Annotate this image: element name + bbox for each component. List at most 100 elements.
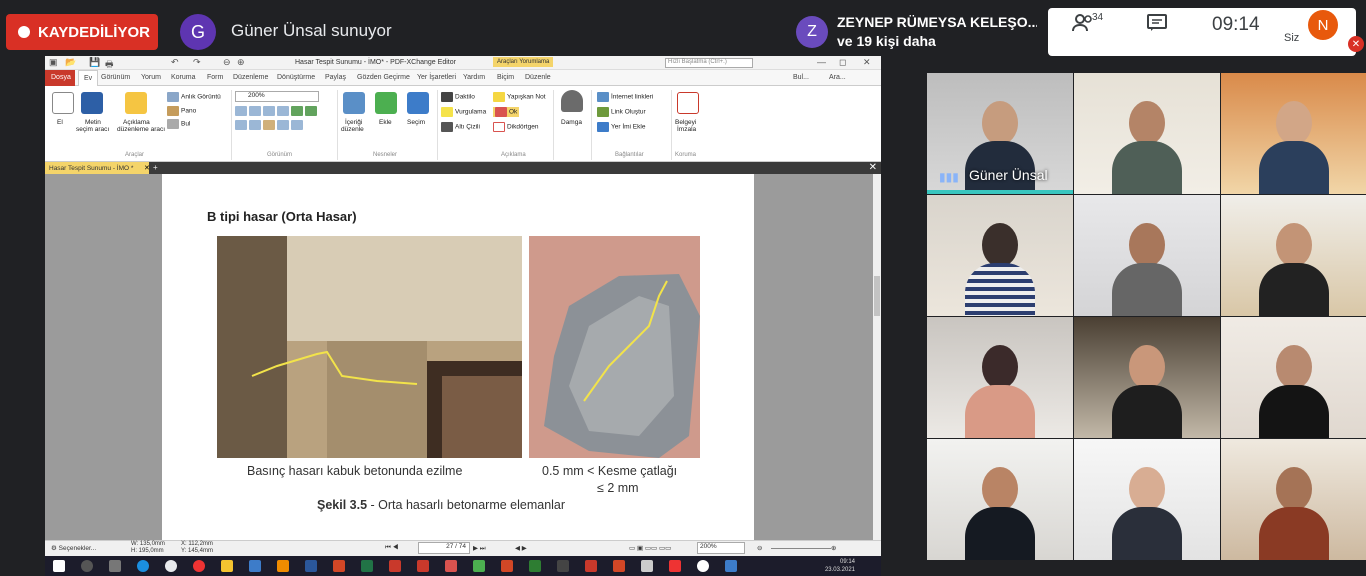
participant-tile[interactable] (927, 195, 1073, 316)
view-tools-icons[interactable] (235, 120, 305, 130)
participant-avatar[interactable]: Z (796, 16, 828, 48)
zoom-out-icon[interactable]: ⊖ (757, 544, 762, 552)
participant-tile[interactable] (1221, 195, 1366, 316)
arrow-tool[interactable]: Ok (493, 107, 520, 117)
typewriter-tool[interactable]: Daktilo (441, 92, 475, 102)
highlight-tool[interactable]: Vurgulama (441, 107, 486, 117)
add-icon[interactable] (375, 92, 397, 114)
vertical-scrollbar[interactable] (873, 174, 881, 540)
stamp-icon[interactable] (561, 90, 583, 112)
participant-tile[interactable] (1221, 73, 1366, 194)
page-nav-next-last[interactable]: ▶ ⏭ (473, 544, 486, 553)
hand-icon[interactable] (52, 92, 74, 114)
app-icon[interactable] (697, 560, 709, 572)
redo-icon[interactable]: ↷ (193, 57, 201, 68)
chrome-icon[interactable] (165, 560, 177, 572)
participant-tile[interactable] (927, 317, 1073, 438)
maximize-button[interactable]: ◻ (839, 57, 846, 68)
tab-duzenle[interactable]: Düzenle (525, 74, 551, 81)
self-avatar[interactable]: N (1308, 10, 1338, 40)
close-button[interactable]: ✕ (863, 57, 871, 68)
powerpoint-icon[interactable] (333, 560, 345, 572)
scrollbar-thumb[interactable] (874, 276, 880, 316)
acrobat-icon[interactable] (501, 560, 513, 572)
tab-donusturme[interactable]: Dönüştürme (277, 74, 315, 81)
tab-yer-isaretleri[interactable]: Yer İşaretleri (417, 74, 456, 81)
mail-icon[interactable] (249, 560, 261, 572)
word-icon[interactable] (305, 560, 317, 572)
search-icon[interactable] (81, 560, 93, 572)
save-icon[interactable]: 💾 (89, 57, 100, 68)
rectangle-tool[interactable]: Dikdörtgen (493, 122, 538, 132)
clipboard-tool[interactable]: Pano (167, 106, 196, 116)
participant-tile[interactable] (1221, 317, 1366, 438)
web-links-tool[interactable]: İnternet linkleri (597, 92, 653, 102)
tab-yardim[interactable]: Yardım (463, 74, 485, 81)
page-layout-icons[interactable] (235, 106, 319, 116)
participant-tile[interactable] (1074, 439, 1220, 560)
find-tool[interactable]: Bul... (793, 74, 809, 81)
participant-tile[interactable] (1221, 439, 1366, 560)
sign-document-icon[interactable] (677, 92, 699, 114)
minimize-button[interactable]: — (817, 57, 826, 67)
close-tab-icon[interactable]: ✕ (144, 164, 150, 172)
select-object-icon[interactable] (407, 92, 429, 114)
status-zoom-select[interactable]: 200% (697, 542, 745, 554)
new-tab-icon[interactable]: + (153, 163, 158, 172)
options-button[interactable]: ⚙ Seçenekler... (51, 544, 96, 552)
document-tab[interactable]: Hasar Tespit Sunumu - İMO * (45, 162, 149, 174)
app-icon[interactable] (557, 560, 569, 572)
underline-tool[interactable]: Altı Çizili (441, 122, 480, 132)
tab-yorum[interactable]: Yorum (141, 74, 161, 81)
vlc-icon[interactable] (277, 560, 289, 572)
tab-ev[interactable]: Ev (78, 70, 99, 86)
forward-icon[interactable]: ⊕ (237, 57, 245, 68)
sticky-note-tool[interactable]: Yapışkan Not (493, 92, 546, 102)
add-bookmark-tool[interactable]: Yer İmi Ekle (597, 122, 645, 132)
edit-annotation-icon[interactable] (125, 92, 147, 114)
tab-gozden-gecirme[interactable]: Gözden Geçirme (357, 74, 410, 81)
participant-tile[interactable] (927, 439, 1073, 560)
app-icon[interactable] (417, 560, 429, 572)
open-icon[interactable]: 📂 (65, 57, 76, 68)
app-icon[interactable] (613, 560, 625, 572)
task-view-icon[interactable] (109, 560, 121, 572)
start-icon[interactable] (53, 560, 65, 572)
pdfxchange-icon[interactable] (389, 560, 401, 572)
app-icon[interactable] (529, 560, 541, 572)
tab-paylas[interactable]: Paylaş (325, 74, 346, 81)
app-icon[interactable] (725, 560, 737, 572)
excel-icon[interactable] (361, 560, 373, 572)
zoom-in-icon[interactable]: ⊕ (831, 544, 836, 552)
tab-koruma[interactable]: Koruma (171, 74, 196, 81)
opera-icon[interactable] (193, 560, 205, 572)
tab-gorunum[interactable]: Görünüm (101, 74, 130, 81)
select-text-icon[interactable] (81, 92, 103, 114)
people-icon[interactable] (1072, 14, 1094, 37)
tab-duzenleme[interactable]: Düzenleme (233, 74, 268, 81)
page-counter[interactable]: 27 / 74 (418, 542, 470, 554)
edit-content-icon[interactable] (343, 92, 365, 114)
snapshot-tool[interactable]: Anlık Görüntü (167, 92, 221, 102)
edge-icon[interactable] (137, 560, 149, 572)
page-nav-first-prev[interactable]: ⏮ ◀ (385, 544, 398, 552)
tab-form[interactable]: Form (207, 74, 223, 81)
history-nav[interactable]: ◀ ▶ (515, 544, 527, 552)
app-icon[interactable] (585, 560, 597, 572)
participant-tile[interactable] (1074, 317, 1220, 438)
search-tool[interactable]: Ara... (829, 74, 846, 81)
chat-icon[interactable] (1147, 14, 1167, 37)
quick-search-input[interactable]: Hızlı Başlatma (Ctrl+.) (665, 58, 753, 68)
create-link-tool[interactable]: Link Oluştur (597, 107, 646, 117)
context-tab[interactable]: Araçları Yorumlama (493, 57, 554, 67)
find-button[interactable]: Bul (167, 119, 190, 129)
undo-icon[interactable]: ↶ (171, 57, 179, 68)
participant-tile-active[interactable]: ▮▮▮ Güner Ünsal (927, 73, 1073, 194)
back-icon[interactable]: ⊖ (223, 57, 231, 68)
tab-dosya[interactable]: Dosya (45, 70, 75, 86)
zoom-select[interactable]: 200% (235, 91, 319, 102)
app-icon[interactable] (473, 560, 485, 572)
participant-tile[interactable] (1074, 195, 1220, 316)
tab-bicim[interactable]: Biçim (497, 74, 514, 81)
page-view-modes[interactable]: ▭ ▣ ▭▭ ▭▭ (629, 544, 671, 552)
